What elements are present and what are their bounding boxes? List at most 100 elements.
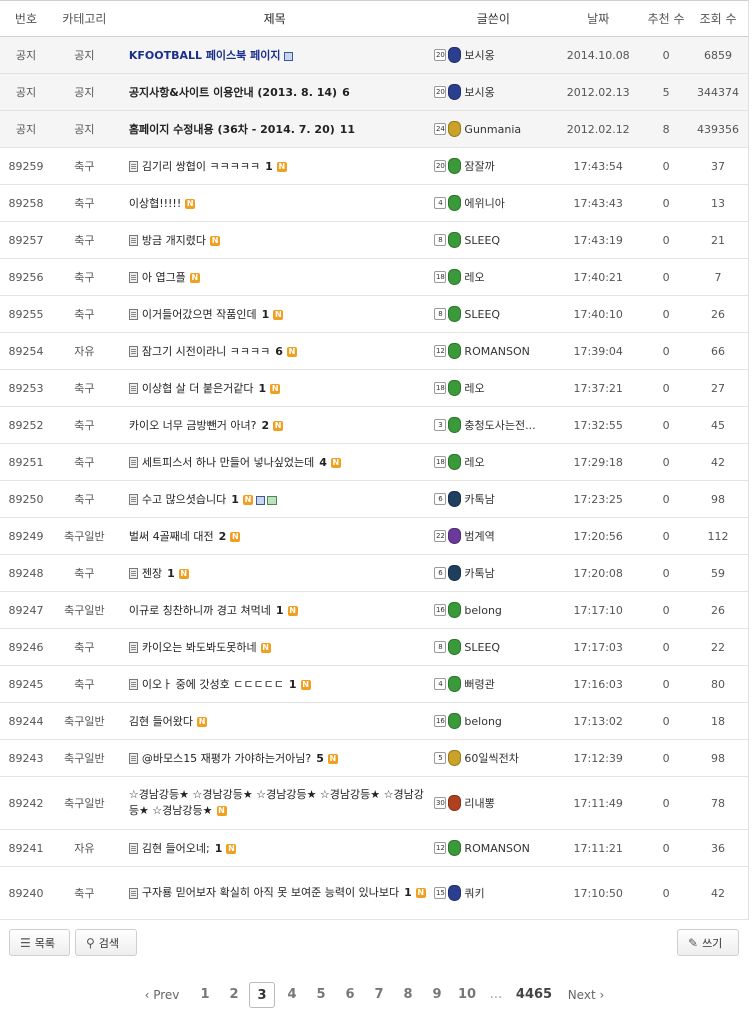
- post-author[interactable]: 8 SLEEQ: [432, 232, 552, 248]
- author-name[interactable]: SLEEQ: [464, 234, 500, 247]
- comment-count[interactable]: 1: [262, 308, 270, 321]
- post-title-link[interactable]: ☆경남강등★ ☆경남강등★ ☆경남강등★ ☆경남강등★ ☆경남강등★ ☆경남강등…: [129, 787, 433, 819]
- post-author[interactable]: 15 쿼키: [432, 885, 552, 901]
- page-link[interactable]: 4: [279, 982, 305, 1008]
- prev-page-link[interactable]: ‹ Prev: [140, 982, 184, 1008]
- post-title-link[interactable]: 방금 개지렸다 N: [142, 232, 221, 248]
- comment-count[interactable]: 1: [259, 382, 267, 395]
- author-name[interactable]: 레오: [464, 269, 484, 285]
- header-no[interactable]: 번호: [0, 10, 52, 27]
- author-name[interactable]: 보시옹: [464, 47, 494, 63]
- post-title-link[interactable]: 벌써 4골째네 대전 2 N: [129, 528, 241, 544]
- post-title-link[interactable]: 김기리 쌍협이 ㅋㅋㅋㅋㅋ 1 N: [142, 158, 287, 174]
- comment-count[interactable]: 11: [340, 123, 355, 136]
- header-category[interactable]: 카테고리: [52, 10, 117, 27]
- post-title-link[interactable]: 수고 많으셧습니다 1 N: [142, 491, 277, 507]
- author-name[interactable]: 쿼키: [464, 885, 484, 901]
- post-author[interactable]: 22 범계역: [432, 528, 552, 544]
- list-button[interactable]: ☰ 목록: [9, 929, 70, 956]
- post-author[interactable]: 6 카톡남: [432, 565, 552, 581]
- post-author[interactable]: 30 리내뽕: [432, 795, 552, 811]
- author-name[interactable]: 뻐령관: [464, 676, 494, 692]
- write-button[interactable]: ✎ 쓰기: [677, 929, 739, 956]
- header-author[interactable]: 글쓴이: [432, 10, 552, 27]
- comment-count[interactable]: 2: [261, 419, 269, 432]
- page-link[interactable]: 6: [337, 982, 363, 1008]
- author-name[interactable]: 카톡남: [464, 491, 494, 507]
- post-title-link[interactable]: 구자룡 믿어보자 확실히 아직 못 보여준 능력이 있나보다 1 N: [142, 885, 426, 901]
- post-title-link[interactable]: 젠장 1 N: [142, 565, 189, 581]
- post-author[interactable]: 20 보시옹: [432, 47, 552, 63]
- author-name[interactable]: SLEEQ: [464, 308, 500, 321]
- author-name[interactable]: belong: [464, 604, 502, 617]
- comment-count[interactable]: 1: [167, 567, 175, 580]
- author-name[interactable]: 충청도사는전...: [464, 417, 535, 433]
- post-author[interactable]: 18 레오: [432, 454, 552, 470]
- page-link[interactable]: 5: [308, 982, 334, 1008]
- post-title-link[interactable]: 김현 들어왔다 N: [129, 713, 208, 729]
- post-title-link[interactable]: 이상협 살 더 붙은거같다 1 N: [142, 380, 281, 396]
- author-name[interactable]: 리내뽕: [464, 795, 494, 811]
- current-page[interactable]: 3: [249, 982, 275, 1008]
- comment-count[interactable]: 6: [275, 345, 283, 358]
- author-name[interactable]: belong: [464, 715, 502, 728]
- post-title-link[interactable]: @바모스15 재평가 가야하는거아님? 5 N: [142, 750, 338, 766]
- post-title-link[interactable]: 공지사항&사이트 이용안내 (2013. 8. 14) 6: [129, 84, 350, 100]
- author-name[interactable]: 60일씩전차: [464, 750, 518, 766]
- last-page-link[interactable]: 4465: [514, 982, 554, 1008]
- post-author[interactable]: 8 SLEEQ: [432, 306, 552, 322]
- comment-count[interactable]: 6: [342, 86, 350, 99]
- author-name[interactable]: Gunmania: [464, 123, 521, 136]
- page-link[interactable]: 8: [395, 982, 421, 1008]
- post-author[interactable]: 6 카톡남: [432, 491, 552, 507]
- post-author[interactable]: 3 충청도사는전...: [432, 417, 552, 433]
- comment-count[interactable]: 1: [215, 842, 223, 855]
- post-author[interactable]: 4 뻐령관: [432, 676, 552, 692]
- post-title-link[interactable]: 이규로 칭찬하니까 경고 쳐먹네 1 N: [129, 602, 298, 618]
- page-link[interactable]: 2: [221, 982, 247, 1008]
- author-name[interactable]: SLEEQ: [464, 641, 500, 654]
- comment-count[interactable]: 5: [316, 752, 324, 765]
- post-author[interactable]: 20 보시옹: [432, 84, 552, 100]
- post-author[interactable]: 24 Gunmania: [432, 121, 552, 137]
- post-author[interactable]: 5 60일씩전차: [432, 750, 552, 766]
- comment-count[interactable]: 1: [276, 604, 284, 617]
- post-title-link[interactable]: 이상협!!!!! N: [129, 195, 196, 211]
- comment-count[interactable]: 1: [265, 160, 273, 173]
- author-name[interactable]: 카톡남: [464, 565, 494, 581]
- post-title-link[interactable]: 이오ㅏ 중에 갓성호 ㄷㄷㄷㄷㄷ 1 N: [142, 676, 311, 692]
- comment-count[interactable]: 1: [404, 886, 412, 899]
- post-author[interactable]: 20 잠잘까: [432, 158, 552, 174]
- author-name[interactable]: 에위니아: [464, 195, 504, 211]
- page-link[interactable]: 9: [424, 982, 450, 1008]
- post-title-link[interactable]: 김현 들어오네; 1 N: [142, 840, 237, 856]
- post-author[interactable]: 16 belong: [432, 602, 552, 618]
- author-name[interactable]: 잠잘까: [464, 158, 494, 174]
- post-title-link[interactable]: 잠그기 시전이라니 ㅋㅋㅋㅋ 6 N: [142, 343, 297, 359]
- next-page-link[interactable]: Next ›: [564, 982, 608, 1008]
- post-author[interactable]: 18 레오: [432, 380, 552, 396]
- post-title-link[interactable]: 이거들어갔으면 작품인데 1 N: [142, 306, 284, 322]
- search-button[interactable]: ⚲ 검색: [75, 929, 137, 956]
- comment-count[interactable]: 4: [319, 456, 327, 469]
- post-author[interactable]: 16 belong: [432, 713, 552, 729]
- post-author[interactable]: 12 ROMANSON: [432, 840, 552, 856]
- author-name[interactable]: ROMANSON: [464, 345, 529, 358]
- comment-count[interactable]: 2: [219, 530, 227, 543]
- author-name[interactable]: ROMANSON: [464, 842, 529, 855]
- post-title-link[interactable]: 아 엽그플 N: [142, 269, 200, 285]
- author-name[interactable]: 레오: [464, 454, 484, 470]
- page-link[interactable]: 7: [366, 982, 392, 1008]
- post-title-link[interactable]: KFOOTBALL 페이스북 페이지: [129, 47, 293, 63]
- comment-count[interactable]: 1: [231, 493, 239, 506]
- comment-count[interactable]: 1: [289, 678, 297, 691]
- post-title-link[interactable]: 홈페이지 수정내용 (36차 - 2014. 7. 20) 11: [129, 121, 355, 137]
- post-author[interactable]: 4 에위니아: [432, 195, 552, 211]
- header-recommend[interactable]: 추천 수: [644, 10, 688, 27]
- author-name[interactable]: 레오: [464, 380, 484, 396]
- post-author[interactable]: 12 ROMANSON: [432, 343, 552, 359]
- post-author[interactable]: 18 레오: [432, 269, 552, 285]
- post-title-link[interactable]: 카이오 너무 금방뺀거 아녀? 2 N: [129, 417, 284, 433]
- author-name[interactable]: 범계역: [464, 528, 494, 544]
- header-title[interactable]: 제목: [117, 10, 433, 27]
